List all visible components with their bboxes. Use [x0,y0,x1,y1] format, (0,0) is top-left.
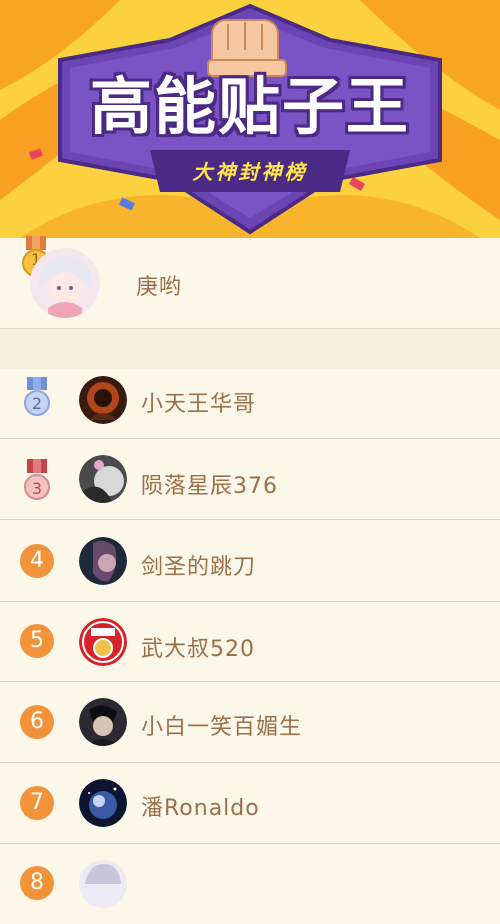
user-name[interactable]: 剑圣的跳刀 [141,549,256,581]
rank-badge: 4 [20,544,54,578]
header-banner: 高能贴子王 大神封神榜 [0,0,500,238]
user-name[interactable]: 陨落星辰376 [141,468,278,500]
banner-title: 高能贴子王 [89,70,410,143]
ranking-row-3[interactable]: 3 陨落星辰376 [0,439,500,520]
user-name[interactable]: 小天王华哥 [141,386,256,418]
user-name[interactable]: 武大叔520 [141,631,255,663]
user-name[interactable]: 庚哟 [136,269,182,301]
avatar[interactable] [79,860,127,908]
rank-badge: 6 [20,705,54,739]
ranking-row-2[interactable]: 2 小天王华哥 [0,369,500,439]
ranking-row-1[interactable]: 1 庚哟 [0,236,500,329]
avatar[interactable] [79,618,127,666]
rank-badge: 5 [20,624,54,658]
avatar[interactable] [79,455,127,503]
user-name[interactable]: 小白一笑百媚生 [141,709,302,741]
avatar[interactable] [79,537,127,585]
ranking-row-8[interactable]: 8 [0,844,500,924]
avatar[interactable] [30,248,100,318]
ranking-row-6[interactable]: 6 小白一笑百媚生 [0,682,500,763]
section-divider [0,329,500,369]
avatar[interactable] [79,376,127,424]
banner-subtitle: 大神封神榜 [192,160,308,184]
user-name[interactable]: 潘Ronaldo [141,790,260,822]
rank-number: 3 [31,479,43,498]
rank-badge: 8 [20,866,54,900]
avatar[interactable] [79,779,127,827]
ranking-row-5[interactable]: 5 武大叔520 [0,602,500,682]
rank-badge: 7 [20,786,54,820]
ranking-row-7[interactable]: 7 潘Ronaldo [0,763,500,844]
avatar[interactable] [79,698,127,746]
rank-number: 2 [31,394,43,413]
ranking-row-4[interactable]: 4 剑圣的跳刀 [0,520,500,602]
